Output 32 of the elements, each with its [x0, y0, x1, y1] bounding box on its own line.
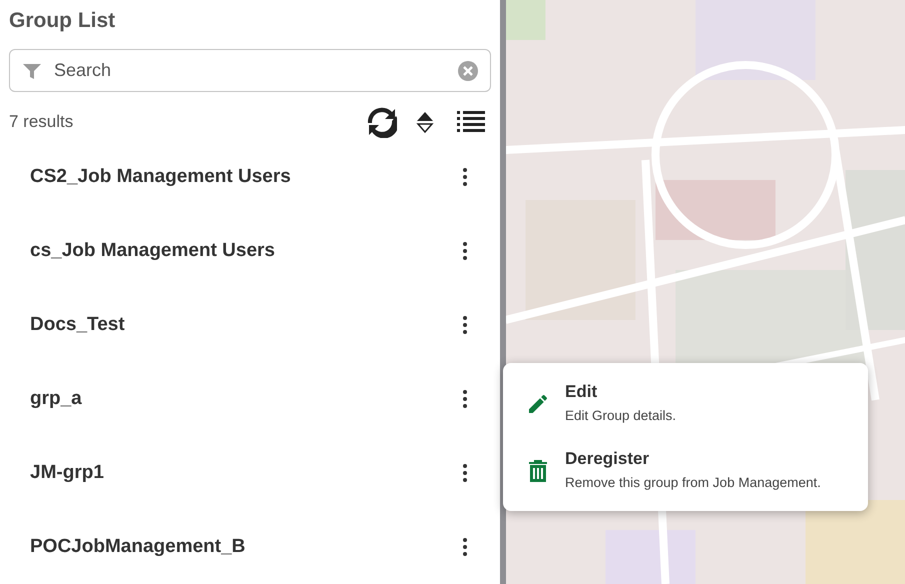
group-name: cs_Job Management Users: [30, 238, 276, 263]
panel-title: Group List: [9, 8, 116, 34]
menu-item[interactable]: Edit Edit Group details.: [503, 377, 868, 430]
list-icon[interactable]: [457, 110, 485, 134]
more-icon[interactable]: [463, 316, 467, 334]
search-field[interactable]: Search: [9, 49, 491, 92]
trash-icon: [528, 458, 548, 482]
more-icon[interactable]: [463, 242, 467, 260]
filter-icon: [22, 61, 42, 81]
group-name: grp_a: [30, 386, 83, 411]
group-row[interactable]: Docs_Test: [9, 288, 491, 362]
more-icon[interactable]: [463, 390, 467, 408]
menu-item-description: Edit Group details.: [565, 407, 676, 425]
menu-item-description: Remove this group from Job Management.: [565, 474, 821, 492]
group-row[interactable]: JM-grp1: [9, 436, 491, 510]
menu-item[interactable]: Deregister Remove this group from Job Management.: [503, 444, 868, 497]
menu-item-label: Deregister: [565, 448, 650, 470]
group-row[interactable]: POCJobManagement_B: [9, 510, 491, 584]
group-row[interactable]: grp_a: [9, 362, 491, 436]
group-name: POCJobManagement_B: [30, 534, 246, 559]
result-count: 7 results: [9, 111, 74, 134]
group-name: Docs_Test: [30, 312, 126, 337]
sort-icon[interactable]: [415, 110, 435, 134]
group-name: CS2_Job Management Users: [30, 164, 292, 189]
more-icon[interactable]: [463, 464, 467, 482]
group-row[interactable]: cs_Job Management Users: [9, 214, 491, 288]
refresh-icon[interactable]: [367, 106, 397, 138]
more-icon[interactable]: [463, 168, 467, 186]
group-name: JM-grp1: [30, 460, 105, 485]
more-icon[interactable]: [463, 538, 467, 556]
group-row[interactable]: CS2_Job Management Users: [9, 140, 491, 214]
menu-item-label: Edit: [565, 381, 598, 403]
